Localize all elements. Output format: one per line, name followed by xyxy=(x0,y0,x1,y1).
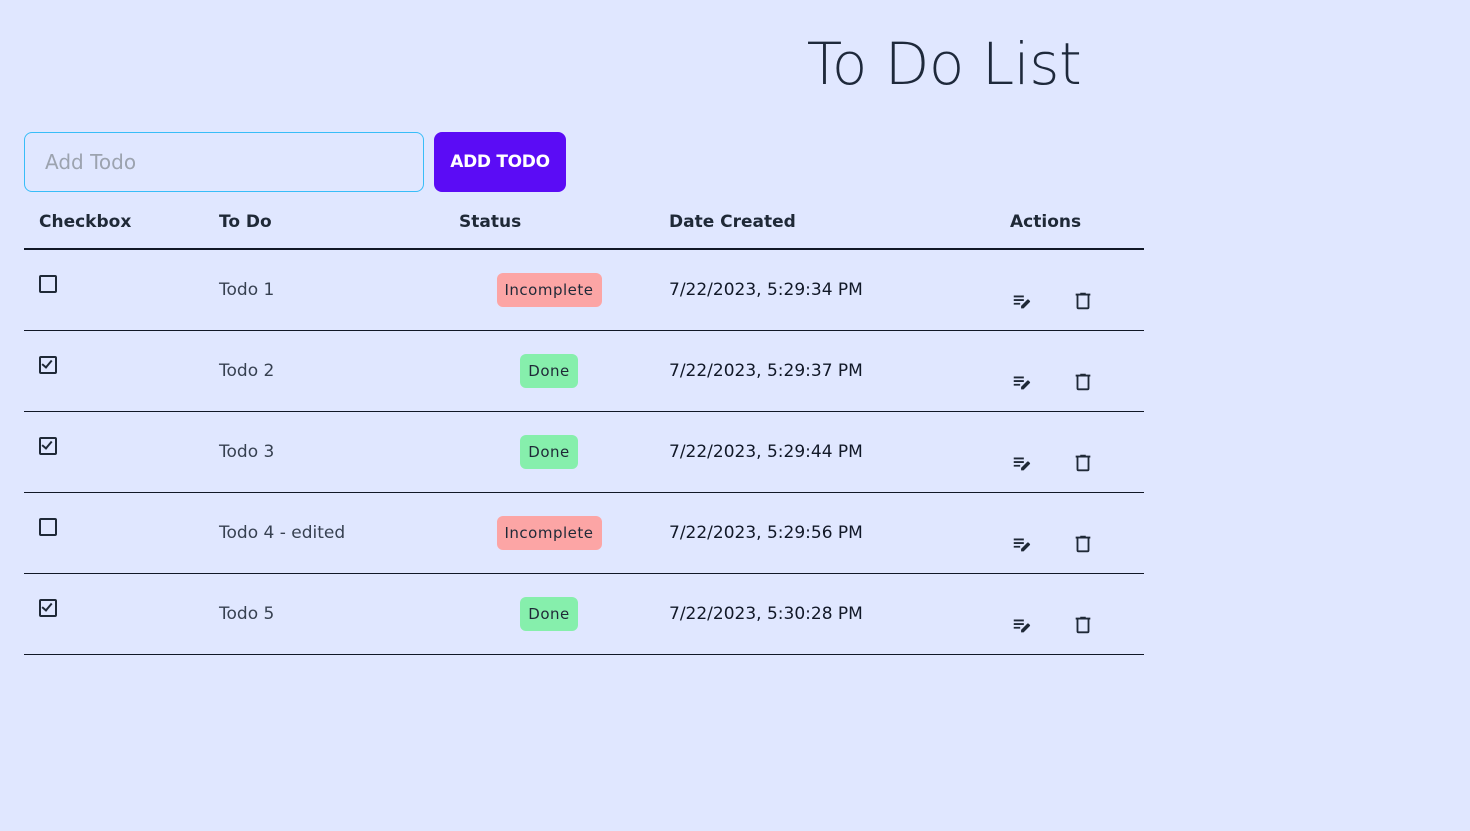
row-actions xyxy=(1010,510,1144,556)
header-checkbox: Checkbox xyxy=(24,196,204,250)
todo-text: Todo 2 xyxy=(219,361,275,381)
edit-note-icon[interactable] xyxy=(1010,532,1034,556)
header-date-created: Date Created xyxy=(654,196,995,250)
status-badge: Done xyxy=(520,597,578,631)
header-todo: To Do xyxy=(204,196,444,250)
edit-note-icon[interactable] xyxy=(1010,289,1034,313)
trash-icon[interactable] xyxy=(1071,532,1095,556)
add-todo-input[interactable] xyxy=(24,132,424,192)
table-row: Todo 4 - edited Incomplete 7/22/2023, 5:… xyxy=(24,492,1144,574)
todo-checkbox[interactable] xyxy=(39,437,57,455)
date-created: 7/22/2023, 5:30:28 PM xyxy=(669,604,863,624)
todo-checkbox[interactable] xyxy=(39,275,57,293)
todo-checkbox[interactable] xyxy=(39,599,57,617)
edit-note-icon[interactable] xyxy=(1010,370,1034,394)
trash-icon[interactable] xyxy=(1071,451,1095,475)
status-badge: Incomplete xyxy=(496,516,602,550)
header-status: Status xyxy=(444,196,654,250)
row-actions xyxy=(1010,429,1144,475)
todo-text: Todo 5 xyxy=(219,604,275,624)
status-badge: Incomplete xyxy=(496,273,602,307)
row-actions xyxy=(1010,591,1144,637)
table-row: Todo 1 Incomplete 7/22/2023, 5:29:34 PM xyxy=(24,249,1144,331)
table-row: Todo 2 Done 7/22/2023, 5:29:37 PM xyxy=(24,330,1144,412)
todo-checkbox[interactable] xyxy=(39,518,57,536)
trash-icon[interactable] xyxy=(1071,289,1095,313)
add-todo-form: ADD TODO xyxy=(24,132,566,192)
todo-checkbox[interactable] xyxy=(39,356,57,374)
date-created: 7/22/2023, 5:29:34 PM xyxy=(669,280,863,300)
trash-icon[interactable] xyxy=(1071,370,1095,394)
todo-text: Todo 1 xyxy=(219,280,275,300)
todo-text: Todo 3 xyxy=(219,442,275,462)
date-created: 7/22/2023, 5:29:56 PM xyxy=(669,523,863,543)
edit-note-icon[interactable] xyxy=(1010,451,1034,475)
add-todo-button[interactable]: ADD TODO xyxy=(434,132,566,192)
trash-icon[interactable] xyxy=(1071,613,1095,637)
date-created: 7/22/2023, 5:29:44 PM xyxy=(669,442,863,462)
page-title: To Do List xyxy=(806,30,1082,98)
date-created: 7/22/2023, 5:29:37 PM xyxy=(669,361,863,381)
status-badge: Done xyxy=(520,435,578,469)
row-actions xyxy=(1010,348,1144,394)
status-badge: Done xyxy=(520,354,578,388)
todo-table: Checkbox To Do Status Date Created Actio… xyxy=(24,196,1144,655)
row-actions xyxy=(1010,267,1144,313)
table-row: Todo 3 Done 7/22/2023, 5:29:44 PM xyxy=(24,411,1144,493)
todo-table-body: Todo 1 Incomplete 7/22/2023, 5:29:34 PM … xyxy=(24,249,1144,655)
header-actions: Actions xyxy=(995,196,1144,250)
edit-note-icon[interactable] xyxy=(1010,613,1034,637)
todo-text: Todo 4 - edited xyxy=(219,523,346,543)
table-header-row: Checkbox To Do Status Date Created Actio… xyxy=(24,196,1144,250)
table-row: Todo 5 Done 7/22/2023, 5:30:28 PM xyxy=(24,573,1144,655)
